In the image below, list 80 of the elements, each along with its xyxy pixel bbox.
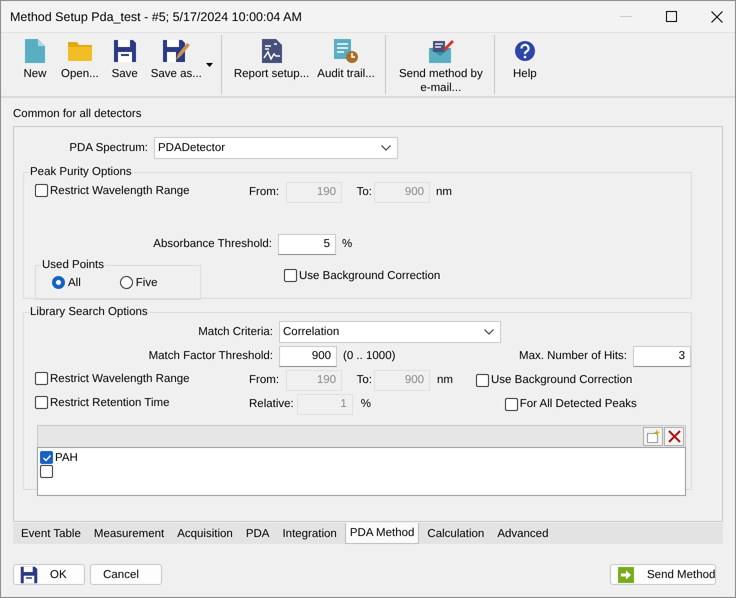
radio-label: Five [136,276,158,288]
checkbox[interactable] [284,269,297,282]
arrow-right-icon [617,566,635,584]
add-button[interactable] [643,427,663,446]
dropdown[interactable]: Correlation [279,321,501,343]
toolbar-button[interactable]: Save [102,33,147,96]
radio-label: All [68,276,81,288]
number-field[interactable]: 3 [633,346,691,366]
field-label: PDA Spectrum: [68,142,149,154]
document-clock-icon [333,38,360,64]
field-label: Match Factor Threshold: [148,350,274,362]
checkbox-label: Restrict Wavelength Range [50,372,190,384]
field-label: Absorbance Threshold: [152,238,273,250]
tab[interactable]: Advanced [492,523,554,544]
field-label: Relative: [249,398,295,410]
close-icon [668,430,680,443]
number-field[interactable]: 900 [279,346,337,366]
dropdown[interactable]: PDADetector [154,137,398,159]
group-title: Used Points [42,258,104,272]
folder-icon [66,40,93,62]
tab[interactable]: PDA [240,523,274,544]
dialog-button[interactable]: Send Method [610,564,716,585]
group-title: Peak Purity Options [30,165,132,179]
field-label: From: [249,374,280,386]
checkbox-label: Restrict Retention Time [50,396,170,408]
radio-button[interactable] [52,276,65,289]
checkbox[interactable] [35,372,48,385]
dialog-button[interactable]: OK [13,564,85,585]
toolbar-button[interactable]: Report setup... [230,33,314,96]
range-label: (0 .. 1000) [343,350,396,362]
tab[interactable]: Calculation [422,523,490,544]
radio-button[interactable] [120,276,133,289]
checkbox[interactable] [35,184,48,197]
toolbar-button[interactable]: New [13,33,57,96]
dropdown-arrow-icon[interactable] [206,62,213,66]
toolbar-button[interactable]: Send method by e-mail... [394,33,488,96]
maximize-icon[interactable] [666,11,677,22]
new-item-icon [646,430,660,444]
toolbar-button[interactable]: Open... [57,33,103,96]
report-icon [260,38,283,64]
unit-label: nm [436,186,452,198]
window-title: Method Setup Pda_test - #5; 5/17/2024 10:00:04 AM [10,10,303,24]
checkbox[interactable] [40,465,53,478]
unit-label: % [360,398,372,410]
section-label: Common for all detectors [13,107,142,122]
tab[interactable]: Integration [277,523,342,544]
checkbox-label: PAH [55,452,78,464]
field-label: Max. Number of Hits: [518,350,628,362]
close-icon[interactable] [711,10,723,22]
chevron-down-icon [484,329,494,335]
help-icon [514,40,536,62]
toolbar-button[interactable]: Help [502,33,547,96]
group-title: Library Search Options [30,305,148,319]
number-field[interactable]: 5 [278,234,336,254]
checkbox-label: Use Background Correction [299,270,440,282]
tab[interactable]: PDA Method [344,523,420,544]
unit-label: nm [437,374,454,386]
tab[interactable]: Measurement [88,523,170,544]
toolbar-button[interactable]: Audit trail... [313,33,379,96]
checkbox-label: Use Background Correction [491,374,632,386]
checkbox[interactable] [35,396,48,409]
unit-label: % [342,238,352,250]
floppy-pencil-icon [162,38,190,64]
checkbox[interactable] [504,398,518,410]
new-document-icon [24,38,46,64]
dialog-button[interactable]: Cancel [90,564,162,585]
chevron-down-icon [381,145,391,151]
tab[interactable]: Event Table [16,523,86,544]
envelope-pencil-icon [426,38,455,64]
field-label: To: [356,186,373,198]
checkbox-label: Restrict Wavelength Range [50,184,190,196]
checkbox[interactable] [476,374,489,386]
field-label: Match Criteria: [197,326,274,338]
field-label: To: [356,374,373,386]
checkbox[interactable] [40,451,53,464]
field-label: From: [249,186,280,198]
toolbar-button[interactable]: Save as... [146,33,206,96]
tab[interactable]: Acquisition [172,523,238,544]
delete-button[interactable] [664,427,684,446]
checkbox-label: For All Detected Peaks [520,398,637,410]
